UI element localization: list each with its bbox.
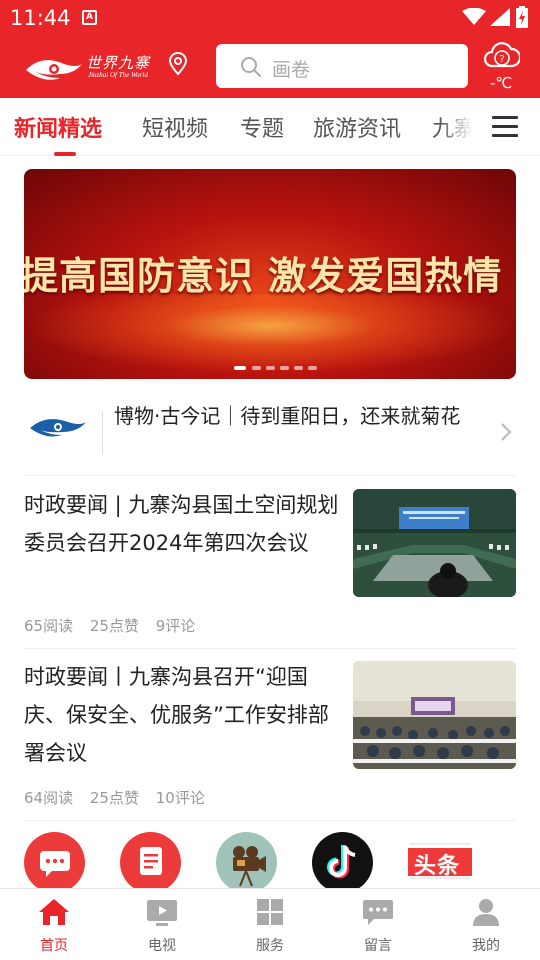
nav-label: 首页: [40, 938, 68, 954]
comment-count: 10评论: [155, 789, 205, 807]
svg-text:?: ?: [499, 54, 504, 65]
carousel-dot[interactable]: [266, 366, 275, 370]
feature-logo-icon: [30, 419, 86, 437]
search-icon: [241, 57, 261, 77]
nav-tv[interactable]: 电视: [108, 889, 216, 960]
header: 11:44 A 世界九寨 Jiuzhai Of The World 画卷 ? -…: [0, 0, 540, 98]
news-item[interactable]: 时政要闻 | 九寨沟县国土空间规划委员会召开2024年第四次会议 65阅读 25…: [24, 486, 516, 649]
app-screen: 11:44 A 世界九寨 Jiuzhai Of The World 画卷 ? -…: [0, 0, 540, 960]
document-app-icon[interactable]: [120, 832, 181, 888]
toutiao-label: 头条: [414, 854, 461, 879]
message-icon: [363, 900, 393, 925]
read-count: 64阅读: [24, 789, 74, 807]
read-count: 65阅读: [24, 617, 74, 635]
news-title: 时政要闻 | 九寨沟县国土空间规划委员会召开2024年第四次会议: [24, 493, 339, 555]
user-icon: [473, 899, 499, 926]
tiktok-app-icon[interactable]: [312, 832, 373, 888]
like-count: 25点赞: [89, 617, 139, 635]
news-meta: 64阅读 25点赞 10评论: [24, 787, 217, 808]
tab-travel-news[interactable]: 旅游资讯: [313, 111, 401, 143]
news-meta: 65阅读 25点赞 9评论: [24, 615, 207, 636]
carousel-dot[interactable]: [234, 366, 246, 370]
carousel-dot[interactable]: [252, 366, 261, 370]
logo-subtitle: Jiuzhai Of The World: [88, 71, 148, 79]
nav-services[interactable]: 服务: [216, 889, 324, 960]
status-bar: 11:44 A: [0, 0, 540, 36]
home-icon: [39, 899, 69, 925]
like-count: 25点赞: [89, 789, 139, 807]
nav-label: 留言: [364, 938, 392, 954]
status-time: 11:44: [10, 6, 71, 30]
wifi-icon: [462, 8, 486, 25]
news-item[interactable]: 时政要闻丨九寨沟县召开“迎国庆、保安全、优服务”工作安排部署会议 64阅读 25…: [24, 658, 516, 821]
nav-label: 服务: [256, 938, 284, 954]
app-shortcuts: 头条: [24, 832, 516, 888]
news-thumbnail: [353, 661, 516, 769]
featured-article-row[interactable]: 博物·古今记｜待到重阳日，还来就菊花: [24, 394, 516, 476]
news-title: 时政要闻丨九寨沟县召开“迎国庆、保安全、优服务”工作安排部署会议: [24, 665, 329, 765]
tab-short-video[interactable]: 短视频: [142, 111, 208, 143]
tab-fade-overlay: [440, 98, 486, 155]
banner-glow: [24, 294, 516, 374]
weather-temperature: -℃: [490, 74, 513, 92]
location-pin-icon[interactable]: [168, 52, 188, 76]
tab-special-topics[interactable]: 专题: [240, 111, 284, 143]
menu-icon[interactable]: [492, 116, 518, 138]
grid-icon: [257, 899, 283, 925]
nav-profile[interactable]: 我的: [432, 889, 540, 960]
signal-icon: [490, 8, 510, 26]
featured-article-title: 博物·古今记｜待到重阳日，还来就菊花: [114, 404, 461, 428]
logo-eye-icon: [26, 60, 82, 80]
tv-icon: [147, 900, 177, 926]
search-placeholder: 画卷: [272, 59, 311, 81]
notification-icon: A: [82, 10, 97, 25]
weather-cloud-icon: ?: [483, 42, 522, 68]
carousel-dot[interactable]: [294, 366, 303, 370]
search-box[interactable]: 画卷: [216, 44, 468, 88]
banner-headline: 提高国防意识 激发爱国热情: [24, 253, 503, 298]
carousel-dot[interactable]: [308, 366, 317, 370]
app-logo[interactable]: 世界九寨 Jiuzhai Of The World: [24, 52, 190, 84]
comment-count: 9评论: [155, 617, 196, 635]
nav-messages[interactable]: 留言: [324, 889, 432, 960]
weather-widget[interactable]: ? -℃: [483, 40, 524, 92]
feature-divider: [102, 412, 103, 454]
bottom-navigation: 首页 电视 服务 留言 我的: [0, 888, 540, 960]
battery-icon: [516, 6, 528, 28]
news-thumbnail: [353, 489, 516, 597]
carousel-dot[interactable]: [280, 366, 289, 370]
video-camera-app-icon[interactable]: [216, 832, 277, 888]
active-tab-indicator: [54, 152, 76, 156]
chevron-right-icon: [501, 423, 512, 441]
nav-label: 电视: [148, 938, 176, 954]
nav-label: 我的: [472, 938, 500, 954]
nav-home[interactable]: 首页: [0, 889, 108, 960]
toutiao-app-icon[interactable]: 头条: [408, 832, 472, 888]
logo-text: 世界九寨: [86, 54, 151, 72]
category-tabs: 新闻精选 短视频 专题 旅游资讯 九寨: [0, 98, 540, 156]
tab-news-selection[interactable]: 新闻精选: [14, 111, 102, 143]
chat-app-icon[interactable]: [24, 832, 85, 888]
banner-carousel[interactable]: 提高国防意识 激发爱国热情: [24, 169, 516, 379]
